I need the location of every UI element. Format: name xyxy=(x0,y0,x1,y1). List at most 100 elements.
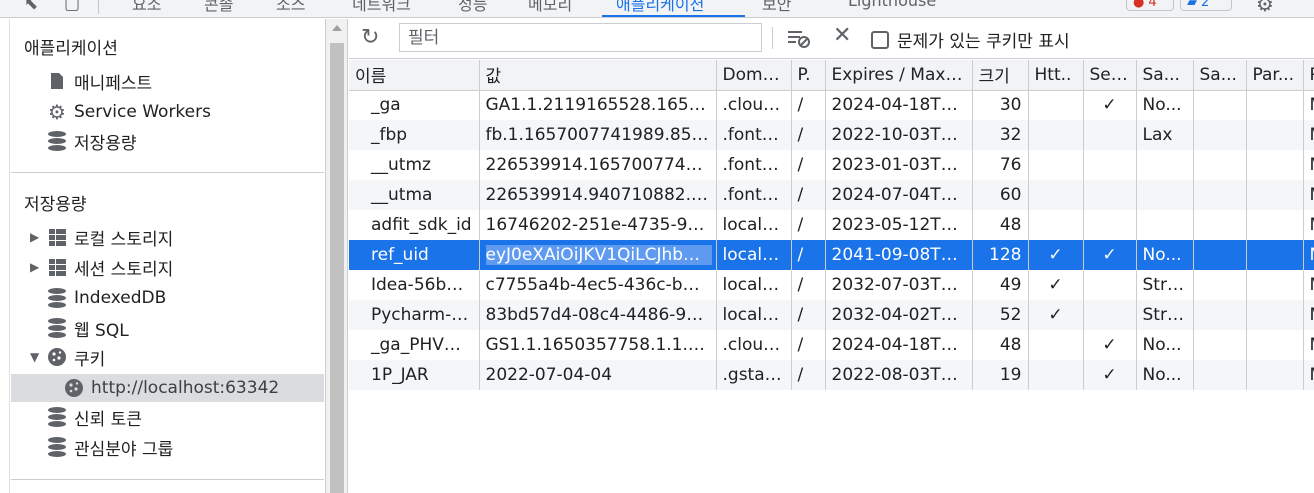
cell-name: Idea-56b5... xyxy=(349,270,480,300)
cell-text: 2022-08-03T0... xyxy=(831,365,968,385)
column-header-value[interactable]: 값 xyxy=(479,60,717,91)
cell-size: 30 xyxy=(972,90,1029,120)
cell-text: M xyxy=(1310,245,1314,265)
settings-gear-icon[interactable]: ⚙ xyxy=(1256,0,1274,16)
cell-text: 2024-07-04T0... xyxy=(831,185,968,205)
tab-performance[interactable]: 성능 xyxy=(458,0,487,15)
column-header-path[interactable]: P. xyxy=(791,60,826,91)
collapse-triangle-icon[interactable]: ▼ xyxy=(30,350,44,364)
cell-text: fb.1.1657007741989.8558... xyxy=(485,125,716,145)
column-header-priority[interactable]: P xyxy=(1303,60,1314,91)
cell-partition xyxy=(1246,120,1304,150)
tab-network[interactable]: 네트워크 xyxy=(352,0,411,15)
cell-partition xyxy=(1246,300,1304,330)
checkbox-box[interactable] xyxy=(871,30,889,49)
table-row[interactable]: ref_uid eyJ0eXAiOiJKV1QiLCJhbG... localh..… xyxy=(349,240,1314,270)
cell-domain: .cloud... xyxy=(716,90,792,120)
cell-size: 76 xyxy=(972,150,1029,180)
cell-domain: localh... xyxy=(716,270,792,300)
cell-httponly xyxy=(1028,90,1084,120)
error-count-badge[interactable]: ● 4 xyxy=(1126,0,1174,11)
column-header-name[interactable]: 이름 xyxy=(349,60,480,91)
table-row[interactable]: _fbp fb.1.1657007741989.8558... .fonta... /… xyxy=(349,120,1314,150)
sidebar-divider xyxy=(11,172,324,173)
device-toolbar-icon[interactable]: ▢ xyxy=(64,0,80,14)
tab-sources[interactable]: 소스 xyxy=(276,0,305,15)
sidebar-item-web-sql[interactable]: 웹 SQL xyxy=(46,314,129,342)
tab-elements[interactable]: 요소 xyxy=(132,0,161,15)
sidebar-item-interest-groups[interactable]: 관심분야 그룹 xyxy=(46,433,173,461)
expand-triangle-icon[interactable]: ▶ xyxy=(30,260,44,274)
tab-memory[interactable]: 메모리 xyxy=(528,0,572,15)
sidebar-item-service-workers[interactable]: ⚙ Service Workers xyxy=(46,98,211,126)
sidebar-scrollbar[interactable] xyxy=(326,19,348,493)
cell-text: _fbp xyxy=(371,125,408,145)
scrollbar-thumb[interactable] xyxy=(330,43,344,493)
sidebar-item-manifest[interactable]: 매니페스트 xyxy=(46,67,152,95)
tab-lighthouse[interactable]: Lighthouse xyxy=(848,0,936,10)
sidebar-item-storage[interactable]: 저장용량 xyxy=(46,127,137,155)
table-row[interactable]: Pycharm-9... 83bd57d4-08c4-4486-917... loc… xyxy=(349,300,1314,330)
table-row[interactable]: _ga_PHVG... GS1.1.1650357758.1.1.165... .c… xyxy=(349,330,1314,360)
cell-text: 128 xyxy=(989,245,1022,265)
table-row[interactable]: 1P_JAR 2022-07-04-04 .gstati... / 2022-08-03… xyxy=(349,360,1314,390)
scroll-up-arrow-icon[interactable] xyxy=(332,25,342,31)
cell-text: No... xyxy=(1142,245,1182,265)
cookie-icon xyxy=(63,378,85,398)
expand-triangle-icon[interactable]: ▶ xyxy=(30,230,44,244)
column-header-expires[interactable]: Expires / Max-... xyxy=(825,60,973,91)
sidebar-item-session-storage[interactable]: ▶ 세션 스토리지 xyxy=(30,253,173,281)
clear-all-close-icon[interactable]: ✕ xyxy=(833,23,851,48)
cell-path: / xyxy=(791,300,826,330)
cell-domain: .gstati... xyxy=(716,360,792,390)
cell-name: Pycharm-9... xyxy=(349,300,480,330)
column-header-partition[interactable]: Par... xyxy=(1246,60,1304,91)
cell-priority: M xyxy=(1303,240,1314,270)
column-header-httponly[interactable]: Htt.. xyxy=(1028,60,1084,91)
sidebar-item-label: 관심분야 그룹 xyxy=(74,439,174,460)
column-header-samesite[interactable]: Sa... xyxy=(1136,60,1194,91)
sidebar-item-indexeddb[interactable]: IndexedDB xyxy=(46,284,166,312)
message-count-badge[interactable]: ▰ 2 xyxy=(1180,0,1232,11)
cell-httponly xyxy=(1028,120,1084,150)
cell-domain: .fonta... xyxy=(716,150,792,180)
cell-text: ✓ xyxy=(1102,95,1117,116)
table-row[interactable]: adfit_sdk_id 16746202-251e-4735-958... loc… xyxy=(349,210,1314,240)
cell-text: .fonta... xyxy=(722,185,789,205)
table-row[interactable]: __utma 226539914.940710882.16... .fonta...… xyxy=(349,180,1314,210)
cell-text: M xyxy=(1310,335,1314,355)
cell-text: No... xyxy=(1142,95,1182,116)
clear-filtered-cookies-icon[interactable] xyxy=(786,27,812,51)
filter-input[interactable] xyxy=(399,23,762,52)
sidebar-item-local-storage[interactable]: ▶ 로컬 스토리지 xyxy=(30,223,173,251)
cell-value: c7755a4b-4ec5-436c-b1f4... xyxy=(479,270,717,300)
sidebar-item-trust-tokens[interactable]: 신뢰 토큰 xyxy=(46,403,142,431)
table-row[interactable]: _ga GA1.1.2119165528.16503... .cloud... / 20… xyxy=(349,90,1314,120)
error-icon: ● xyxy=(1133,0,1145,10)
cell-text: 32 xyxy=(999,125,1022,145)
column-header-secure[interactable]: Sec... xyxy=(1083,60,1137,91)
cell-value: fb.1.1657007741989.8558... xyxy=(479,120,717,150)
inspect-element-icon[interactable]: ⬉ xyxy=(24,0,38,14)
refresh-icon[interactable]: ↻ xyxy=(361,25,379,50)
column-header-size[interactable]: 크기 xyxy=(972,60,1029,91)
tab-application[interactable]: 애플리케이션 xyxy=(616,0,704,15)
cell-text: GS1.1.1650357758.1.1.165... xyxy=(485,335,716,355)
cell-domain: localh... xyxy=(716,210,792,240)
tab-console[interactable]: 콘솔 xyxy=(204,0,233,15)
column-header-domain[interactable]: Domain xyxy=(716,60,792,91)
cell-httponly xyxy=(1028,180,1084,210)
only-issue-cookies-checkbox[interactable]: 문제가 있는 쿠키만 표시 xyxy=(871,27,1070,52)
cell-priority: M xyxy=(1303,210,1314,240)
tab-security[interactable]: 보안 xyxy=(762,0,791,15)
table-row[interactable]: Idea-56b5... c7755a4b-4ec5-436c-b1f4... lo… xyxy=(349,270,1314,300)
cell-text: 2024-04-18T0... xyxy=(831,335,968,355)
cell-text: localh... xyxy=(722,275,790,295)
table-row[interactable]: __utmz 226539914.1657007740.1... .fonta...… xyxy=(349,150,1314,180)
cell-text: M xyxy=(1310,215,1314,235)
sidebar-item-cookies[interactable]: ▼ 쿠키 xyxy=(30,343,105,371)
sidebar-item-cookie-origin[interactable]: http://localhost:63342 xyxy=(11,374,324,402)
column-header-sameparty[interactable]: Sa... xyxy=(1193,60,1247,91)
cell-text: c7755a4b-4ec5-436c-b1f4... xyxy=(485,275,716,295)
cell-text: 76 xyxy=(999,155,1022,175)
